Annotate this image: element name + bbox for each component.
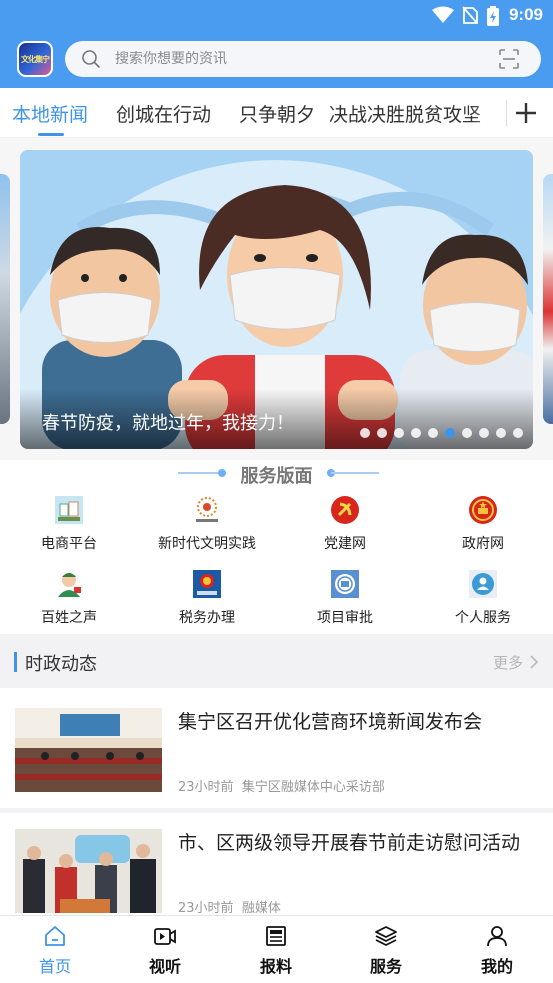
news-title: 市、区两级领导开展春节前走访慰问活动 bbox=[178, 832, 521, 854]
previous-slide-peek bbox=[0, 174, 10, 424]
nav-label: 报料 bbox=[259, 957, 292, 976]
service-ecommerce[interactable]: 电商平台 bbox=[0, 495, 138, 565]
title-deco-dot-left bbox=[218, 469, 226, 477]
nav-home[interactable]: 首页 bbox=[0, 916, 110, 983]
news-thumbnail bbox=[15, 829, 162, 913]
home-icon bbox=[45, 926, 65, 946]
service-government[interactable]: 政府网 bbox=[414, 495, 552, 565]
tab-local-news[interactable]: 本地新闻 bbox=[12, 100, 88, 127]
tax-icon bbox=[193, 570, 221, 598]
service-civilization-practice[interactable]: 新时代文明实践 bbox=[138, 495, 276, 565]
video-icon bbox=[154, 928, 176, 945]
carousel-dot[interactable] bbox=[428, 428, 438, 438]
carousel-dot[interactable] bbox=[360, 428, 370, 438]
news-item[interactable]: 市、区两级领导开展春节前走访慰问活动 23小时前 融媒体 bbox=[0, 815, 553, 927]
people-voice-icon bbox=[58, 573, 81, 597]
news-source: 集宁区融媒体中心采访部 bbox=[241, 780, 385, 795]
service-label: 项目审批 bbox=[317, 610, 373, 626]
search-icon bbox=[82, 50, 100, 68]
services-title: 服务版面 bbox=[240, 466, 313, 487]
banner-caption: 春节防疫，就地过年，我接力！ bbox=[42, 413, 294, 434]
news-source: 融媒体 bbox=[241, 901, 281, 916]
next-slide-peek bbox=[543, 174, 553, 424]
service-label: 政府网 bbox=[462, 536, 504, 552]
battery-charging-icon bbox=[487, 6, 499, 26]
news-thumbnail bbox=[15, 708, 162, 792]
app-header: 9:09 文化集宁 bbox=[0, 0, 553, 88]
service-label: 党建网 bbox=[324, 536, 366, 552]
no-sim-icon bbox=[462, 6, 478, 24]
nav-label: 我的 bbox=[480, 957, 513, 976]
news-time: 23小时前 bbox=[178, 901, 234, 916]
app-logo[interactable]: 文化集宁 bbox=[17, 41, 53, 77]
tab-seize-the-day[interactable]: 只争朝夕 bbox=[239, 100, 315, 127]
chevron-right-icon[interactable] bbox=[529, 654, 539, 670]
carousel-dot[interactable] bbox=[479, 428, 489, 438]
carousel-dot[interactable] bbox=[462, 428, 472, 438]
news-report-icon bbox=[266, 926, 286, 946]
service-label: 个人服务 bbox=[455, 610, 511, 626]
news-time: 23小时前 bbox=[178, 780, 234, 795]
add-channel-icon[interactable] bbox=[513, 100, 539, 126]
carousel-dot[interactable] bbox=[445, 428, 455, 438]
ecommerce-icon bbox=[55, 496, 83, 524]
tabs-divider bbox=[506, 100, 507, 126]
nav-video[interactable]: 视听 bbox=[110, 916, 220, 983]
carousel-indicators bbox=[360, 428, 523, 438]
carousel-dot[interactable] bbox=[377, 428, 387, 438]
news-title: 集宁区召开优化营商环境新闻发布会 bbox=[178, 711, 483, 733]
service-label: 新时代文明实践 bbox=[158, 536, 256, 552]
search-bar[interactable] bbox=[65, 41, 541, 77]
civilization-icon bbox=[196, 497, 218, 522]
wifi-icon bbox=[432, 6, 454, 23]
layers-icon bbox=[375, 926, 397, 946]
section-accent-bar bbox=[14, 652, 17, 672]
nav-report[interactable]: 报料 bbox=[221, 916, 331, 983]
banner-slide[interactable]: 春节防疫，就地过年，我接力！ bbox=[20, 150, 533, 449]
banner-carousel[interactable]: 春节防疫，就地过年，我接力！ bbox=[0, 138, 553, 460]
service-party-building[interactable]: 党建网 bbox=[276, 495, 414, 565]
service-label: 税务办理 bbox=[179, 610, 235, 626]
active-tab-indicator bbox=[38, 133, 64, 136]
status-bar: 9:09 bbox=[0, 0, 553, 32]
approval-icon bbox=[331, 570, 359, 598]
more-link[interactable]: 更多 bbox=[493, 652, 523, 673]
news-item[interactable]: 集宁区召开优化营商环境新闻发布会 23小时前 集宁区融媒体中心采访部 bbox=[0, 694, 553, 806]
carousel-dot[interactable] bbox=[411, 428, 421, 438]
tabs-fade bbox=[471, 88, 511, 136]
news-meta: 23小时前 融媒体 bbox=[178, 897, 281, 916]
service-tax[interactable]: 税务办理 bbox=[138, 569, 276, 639]
service-people-voice[interactable]: 百姓之声 bbox=[0, 569, 138, 639]
service-label: 电商平台 bbox=[41, 536, 97, 552]
national-emblem-icon bbox=[469, 496, 497, 524]
carousel-dot[interactable] bbox=[513, 428, 523, 438]
search-input[interactable] bbox=[115, 47, 475, 71]
app-logo-text: 文化集宁 bbox=[21, 55, 50, 64]
tab-poverty-alleviation[interactable]: 决战决胜脱贫攻坚 bbox=[329, 100, 481, 127]
status-time: 9:09 bbox=[508, 5, 543, 24]
channel-tabs: 本地新闻 创城在行动 只争朝夕 决战决胜脱贫攻坚 bbox=[0, 88, 553, 138]
news-divider bbox=[0, 808, 553, 813]
nav-profile[interactable]: 我的 bbox=[442, 916, 552, 983]
services-header: 服务版面 bbox=[0, 460, 553, 488]
service-personal[interactable]: 个人服务 bbox=[414, 569, 552, 639]
nav-services[interactable]: 服务 bbox=[331, 916, 441, 983]
scan-icon[interactable] bbox=[499, 49, 519, 69]
service-label: 百姓之声 bbox=[41, 610, 97, 626]
personal-service-icon bbox=[469, 570, 497, 598]
bottom-navigation: 首页 视听 报料 服务 我的 bbox=[0, 915, 553, 983]
section-header: 时政动态 更多 bbox=[0, 634, 553, 688]
nav-label: 服务 bbox=[369, 957, 402, 976]
news-meta: 23小时前 集宁区融媒体中心采访部 bbox=[178, 776, 385, 795]
nav-label: 首页 bbox=[38, 957, 71, 976]
nav-label: 视听 bbox=[148, 957, 181, 976]
section-title: 时政动态 bbox=[25, 654, 97, 675]
tab-civilized-city[interactable]: 创城在行动 bbox=[116, 100, 211, 127]
party-emblem-icon bbox=[331, 496, 359, 524]
service-project-approval[interactable]: 项目审批 bbox=[276, 569, 414, 639]
carousel-dot[interactable] bbox=[394, 428, 404, 438]
user-icon bbox=[487, 926, 507, 947]
carousel-dot[interactable] bbox=[496, 428, 506, 438]
title-deco-line-right bbox=[331, 472, 379, 474]
